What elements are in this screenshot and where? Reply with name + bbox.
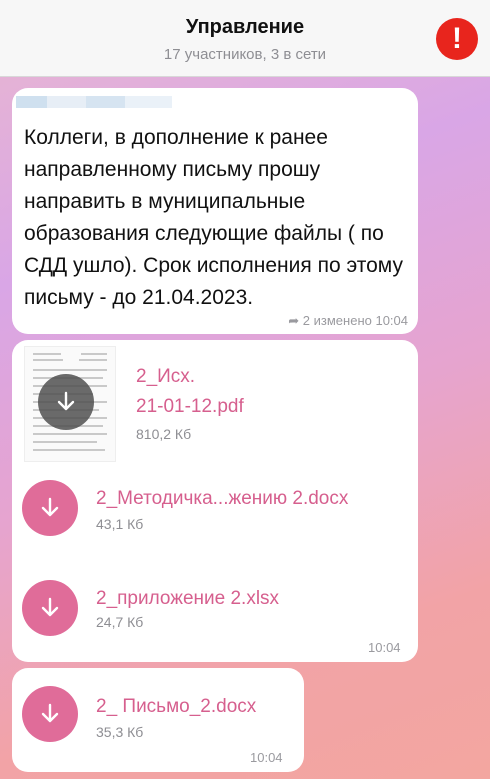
file-size-docx: 43,1 Кб: [96, 516, 144, 532]
message-meta: ➦ 2 изменено 10:04: [288, 313, 408, 329]
file-size-pdf: 810,2 Кб: [136, 426, 192, 442]
download-button-pdf[interactable]: [38, 374, 94, 430]
last-bubble-time: 10:04: [250, 750, 283, 765]
reply-icon: ➦: [288, 313, 300, 328]
file-size-last-docx: 35,3 Кб: [96, 724, 144, 740]
chat-header: Управление 17 участников, 3 в сети !: [0, 0, 490, 77]
file-name-pdf-line2[interactable]: 21-01-12.pdf: [136, 396, 244, 418]
file-name-docx[interactable]: 2_Методичка...жению 2.docx: [96, 488, 348, 510]
arrow-down-icon: [41, 703, 59, 723]
file-name-pdf-line1[interactable]: 2_Исх.: [136, 366, 195, 388]
arrow-down-icon: [41, 597, 59, 617]
alert-icon[interactable]: !: [436, 18, 478, 60]
sender-name-blurred: [16, 96, 172, 108]
file-name-xlsx[interactable]: 2_приложение 2.xlsx: [96, 588, 279, 610]
file-size-xlsx: 24,7 Кб: [96, 614, 144, 630]
download-button-docx[interactable]: [22, 480, 78, 536]
chat-title[interactable]: Управление: [0, 16, 490, 39]
download-button-last-docx[interactable]: [22, 686, 78, 742]
message-meta-text: 2 изменено 10:04: [302, 313, 408, 328]
arrow-down-icon: [41, 497, 59, 517]
message-text: Коллеги, в дополнение к ранее направленн…: [24, 126, 403, 309]
arrow-down-icon: [57, 391, 75, 411]
file-name-last-docx[interactable]: 2_ Письмо_2.docx: [96, 696, 256, 718]
download-button-xlsx[interactable]: [22, 580, 78, 636]
chat-subtitle: 17 участников, 3 в сети: [163, 46, 327, 63]
files-bubble-time: 10:04: [368, 640, 401, 655]
